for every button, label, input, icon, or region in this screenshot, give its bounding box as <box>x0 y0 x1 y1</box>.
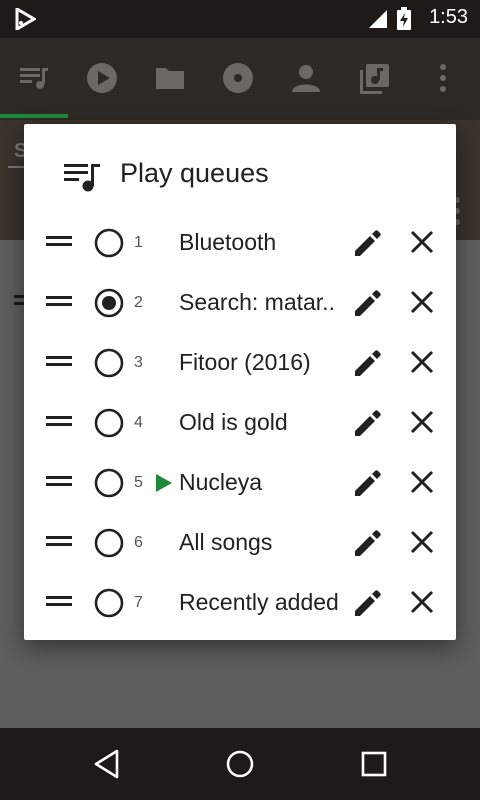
drag-handle-icon[interactable] <box>46 354 72 373</box>
queue-name: All songs <box>179 529 273 555</box>
home-icon[interactable] <box>224 748 256 784</box>
queue-row[interactable]: 7 Recently added <box>24 574 456 634</box>
queue-radio-button[interactable] <box>94 288 124 322</box>
queue-name: Recently added <box>179 589 339 615</box>
queue-radio-button[interactable] <box>94 588 124 622</box>
queue-music-icon <box>64 160 102 198</box>
edit-icon[interactable] <box>352 467 384 503</box>
queue-row[interactable]: 5 Nucleya <box>24 454 456 514</box>
recents-icon[interactable] <box>358 748 390 784</box>
drag-handle-icon[interactable] <box>46 414 72 433</box>
drag-handle-icon[interactable] <box>46 294 72 313</box>
active-tab-indicator <box>0 114 68 118</box>
edit-icon[interactable] <box>352 407 384 443</box>
queue-number: 3 <box>134 354 143 371</box>
delete-icon[interactable] <box>408 228 436 260</box>
queue-radio-button[interactable] <box>94 468 124 502</box>
queue-radio-button[interactable] <box>94 408 124 442</box>
back-icon[interactable] <box>92 748 122 784</box>
delete-icon[interactable] <box>408 348 436 380</box>
queue-radio-button[interactable] <box>94 348 124 382</box>
queue-row[interactable]: 4 Old is gold <box>24 394 456 454</box>
queue-row[interactable]: 3 Fitoor (2016) <box>24 334 456 394</box>
queue-number: 6 <box>134 534 143 551</box>
edit-icon[interactable] <box>352 227 384 263</box>
battery-charging-icon <box>396 7 412 35</box>
queue-name: Bluetooth <box>179 229 277 255</box>
queue-row[interactable]: 2 Search: matar.. <box>24 274 456 334</box>
drag-handle-icon[interactable] <box>46 234 72 253</box>
status-bar: 1:53 <box>0 0 480 38</box>
queue-number: 7 <box>134 594 143 611</box>
queue-name: Nucleya <box>179 469 263 495</box>
play-music-notification-icon <box>14 6 37 34</box>
queue-name: Fitoor (2016) <box>179 349 311 375</box>
person-icon[interactable] <box>290 62 322 98</box>
queue-radio-button[interactable] <box>94 528 124 562</box>
play-circle-icon[interactable] <box>86 62 118 98</box>
signal-icon <box>368 9 388 33</box>
edit-icon[interactable] <box>352 587 384 623</box>
delete-icon[interactable] <box>408 588 436 620</box>
playlist-icon[interactable] <box>358 62 390 98</box>
delete-icon[interactable] <box>408 288 436 320</box>
queue-number: 4 <box>134 414 143 431</box>
system-nav-bar <box>0 728 480 800</box>
play-queues-dialog: Play queues 1 Bluetooth 2 Search: matar.. 3 F… <box>24 124 456 640</box>
queue-music-icon[interactable] <box>18 62 50 98</box>
drag-handle-icon[interactable] <box>46 594 72 613</box>
queue-name: Old is gold <box>179 409 288 435</box>
app-toolbar <box>0 38 480 120</box>
drag-handle-icon[interactable] <box>46 534 72 553</box>
album-icon[interactable] <box>222 62 254 98</box>
queue-row[interactable]: 1 Bluetooth <box>24 214 456 274</box>
queue-number: 1 <box>134 234 143 251</box>
queue-name: Search: matar.. <box>179 289 335 315</box>
more-vert-icon[interactable] <box>434 62 452 98</box>
queue-number: 5 <box>134 474 143 491</box>
folder-icon[interactable] <box>154 62 186 98</box>
queue-row[interactable]: 6 All songs <box>24 514 456 574</box>
dialog-title: Play queues <box>120 158 269 188</box>
edit-icon[interactable] <box>352 287 384 323</box>
delete-icon[interactable] <box>408 408 436 440</box>
queue-number: 2 <box>134 294 143 311</box>
drag-handle-icon[interactable] <box>46 474 72 493</box>
edit-icon[interactable] <box>352 527 384 563</box>
edit-icon[interactable] <box>352 347 384 383</box>
status-time: 1:53 <box>429 6 468 28</box>
now-playing-icon <box>155 473 173 497</box>
queue-radio-button[interactable] <box>94 228 124 262</box>
delete-icon[interactable] <box>408 528 436 560</box>
delete-icon[interactable] <box>408 468 436 500</box>
